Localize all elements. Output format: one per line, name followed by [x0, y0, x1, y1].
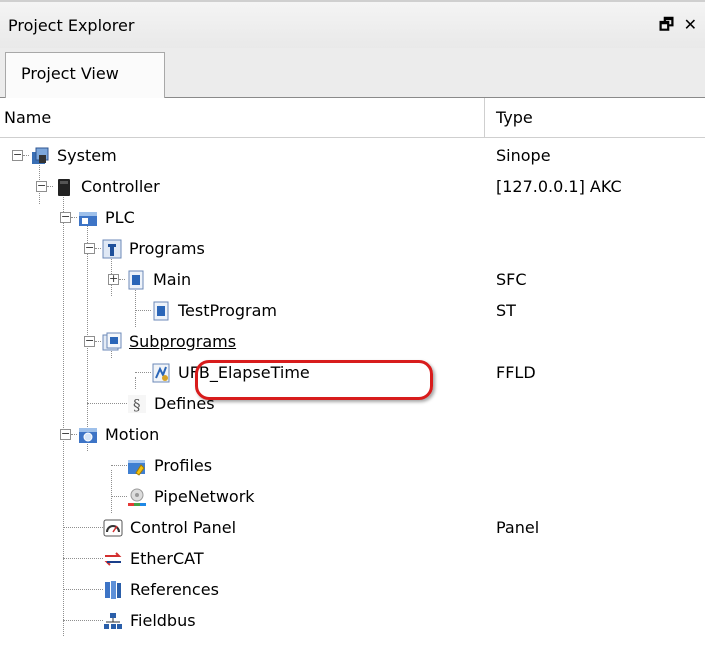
tree-label: Control Panel: [130, 518, 237, 537]
tree-type: Sinope: [496, 146, 551, 165]
panel-window-controls[interactable]: 🗗 ✕: [659, 14, 699, 41]
programs-icon: [102, 239, 122, 259]
tree-label: TestProgram: [178, 301, 278, 320]
system-icon: [30, 146, 50, 166]
ethercat-icon: [103, 549, 123, 569]
function-block-icon: [151, 363, 171, 383]
column-header: Name Type: [0, 98, 705, 138]
svg-text:§: §: [133, 396, 141, 414]
pipenetwork-icon: [127, 487, 147, 507]
fieldbus-icon: [103, 611, 123, 631]
motion-icon: [78, 425, 98, 445]
panel-title: Project Explorer: [8, 16, 135, 35]
tree-type: ST: [496, 301, 516, 320]
tree-row-subprograms[interactable]: Subprograms: [0, 326, 705, 357]
profiles-icon: [127, 456, 147, 476]
column-name-header[interactable]: Name: [4, 108, 51, 127]
controller-icon: [54, 177, 74, 197]
panel-titlebar: Project Explorer 🗗 ✕: [0, 0, 705, 48]
tab-project-view[interactable]: Project View: [5, 52, 165, 98]
tree-label: Profiles: [154, 456, 213, 475]
tree-row-system[interactable]: System Sinope: [0, 140, 705, 171]
tree-label: PipeNetwork: [154, 487, 255, 506]
tree-row-plc[interactable]: PLC: [0, 202, 705, 233]
tree-type: [127.0.0.1] AKC: [496, 177, 622, 196]
program-file-icon: [151, 301, 171, 321]
tree-row-testprogram[interactable]: TestProgram ST: [0, 295, 705, 326]
highlight-annotation: [195, 360, 433, 400]
tree-row-main[interactable]: Main SFC: [0, 264, 705, 295]
tree-label: Subprograms: [129, 332, 237, 351]
references-icon: [103, 580, 123, 600]
tree-label: Programs: [129, 239, 205, 258]
tree-label: Motion: [105, 425, 160, 444]
tree-label: EtherCAT: [130, 549, 204, 568]
tree-label: Controller: [81, 177, 160, 196]
tree-type: Panel: [496, 518, 540, 537]
tree-type: FFLD: [496, 363, 536, 382]
program-file-icon: [126, 270, 146, 290]
column-divider[interactable]: [484, 98, 485, 137]
plc-icon: [78, 208, 98, 228]
subprograms-icon: [102, 332, 122, 352]
tree-row-pipenetwork[interactable]: PipeNetwork: [0, 481, 705, 512]
tree-row-motion[interactable]: Motion: [0, 419, 705, 450]
control-panel-icon: [103, 518, 123, 538]
tree-label: Main: [153, 270, 192, 289]
tree-row-ethercat[interactable]: EtherCAT: [0, 543, 705, 574]
tree-label: References: [130, 580, 219, 599]
tree-label: System: [57, 146, 117, 165]
tree-row-control-panel[interactable]: Control Panel Panel: [0, 512, 705, 543]
tree-label: PLC: [105, 208, 135, 227]
tree-row-fieldbus[interactable]: Fieldbus: [0, 605, 705, 636]
column-type-header[interactable]: Type: [496, 108, 533, 127]
tree-row-references[interactable]: References: [0, 574, 705, 605]
defines-icon: §: [127, 394, 147, 414]
tree-type: SFC: [496, 270, 527, 289]
tree-row-programs[interactable]: Programs: [0, 233, 705, 264]
tree-row-controller[interactable]: Controller [127.0.0.1] AKC: [0, 171, 705, 202]
tab-strip: Project View: [0, 48, 705, 98]
tree-row-profiles[interactable]: Profiles: [0, 450, 705, 481]
tree-label: Fieldbus: [130, 611, 196, 630]
